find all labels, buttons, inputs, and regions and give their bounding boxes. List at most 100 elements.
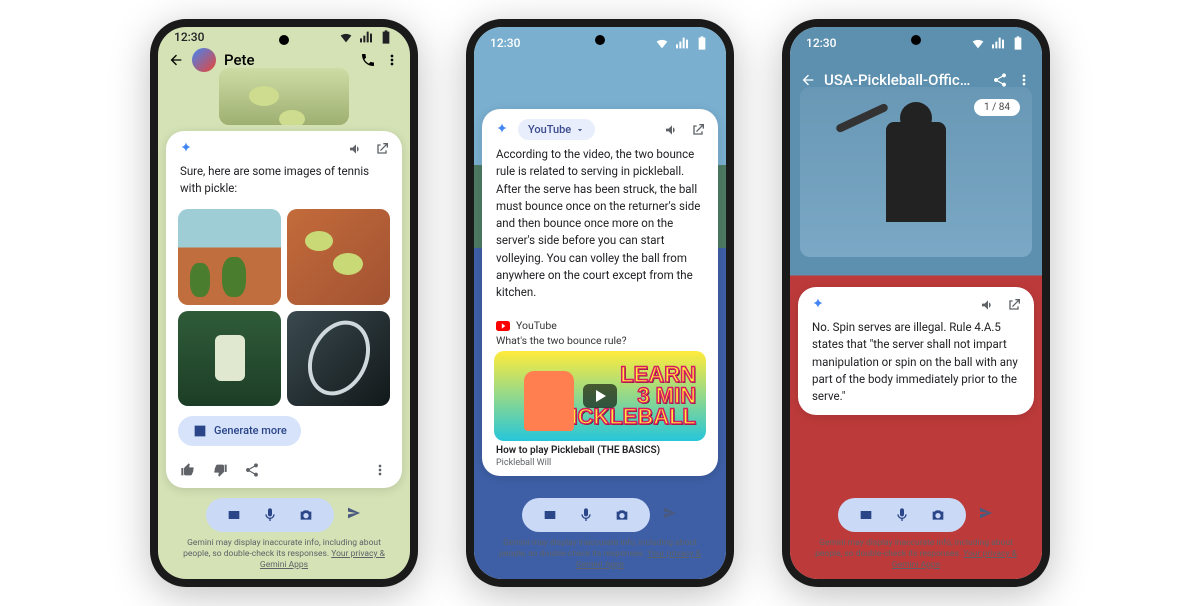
input-bar — [482, 498, 718, 532]
image-grid — [166, 207, 402, 416]
disclaimer: Gemini may display inaccurate info, incl… — [166, 532, 402, 571]
response-text: Sure, here are some images of tennis wit… — [166, 161, 402, 208]
player-silhouette — [886, 122, 946, 222]
generate-more-button[interactable]: Generate more — [178, 416, 301, 446]
status-bar: 12:30 — [790, 27, 1042, 59]
generated-image[interactable] — [178, 209, 281, 304]
screen: 1 / 84 12:30 USA-Pickleball-Official-... — [790, 27, 1042, 579]
share-icon[interactable] — [244, 462, 260, 478]
youtube-question: What's the two bounce rule? — [482, 332, 718, 347]
chip-label: YouTube — [528, 123, 571, 136]
mic-icon[interactable] — [894, 507, 910, 523]
camera-icon[interactable] — [930, 507, 946, 523]
avatar[interactable] — [192, 48, 216, 72]
clock: 12:30 — [490, 36, 520, 50]
camera-icon[interactable] — [614, 507, 630, 523]
status-bar: 12:30 — [474, 27, 726, 59]
generated-image[interactable] — [287, 311, 390, 406]
battery-icon — [378, 29, 394, 45]
signal-icon — [674, 35, 690, 51]
mic-icon[interactable] — [262, 507, 278, 523]
footer: Gemini may display inaccurate info, incl… — [790, 494, 1042, 579]
battery-icon — [694, 35, 710, 51]
page-counter: 1 / 84 — [974, 99, 1020, 116]
input-pill[interactable] — [838, 498, 966, 532]
card-header — [798, 287, 1034, 317]
phone-mock-2: 12:30 YouTube — [466, 19, 734, 587]
youtube-thumbnail[interactable]: LEARN 3 MIN PICKLEBALL — [494, 351, 706, 441]
thumbs-down-icon[interactable] — [212, 462, 228, 478]
image-icon — [192, 423, 208, 439]
wifi-icon — [338, 29, 354, 45]
open-icon[interactable] — [690, 122, 706, 138]
back-icon[interactable] — [800, 72, 816, 88]
input-bar — [798, 498, 1034, 532]
status-icons — [338, 29, 394, 45]
share-icon[interactable] — [992, 72, 1008, 88]
youtube-icon — [496, 321, 510, 331]
contact-name[interactable]: Pete — [224, 51, 255, 69]
gallery-icon[interactable] — [226, 507, 242, 523]
input-pill[interactable] — [522, 498, 650, 532]
video-channel[interactable]: Pickleball Will — [482, 458, 718, 476]
status-icons — [970, 35, 1026, 51]
phone-mock-3: 1 / 84 12:30 USA-Pickleball-Official-... — [782, 19, 1050, 587]
volume-icon[interactable] — [664, 122, 680, 138]
back-icon[interactable] — [168, 52, 184, 68]
youtube-label: YouTube — [516, 319, 557, 332]
call-icon[interactable] — [360, 52, 376, 68]
gemini-card: No. Spin serves are illegal. Rule 4.A.5 … — [798, 287, 1034, 415]
thumb-person — [524, 371, 574, 431]
pdf-header: USA-Pickleball-Official-... — [790, 59, 1042, 101]
more-icon[interactable] — [1016, 72, 1032, 88]
generate-more-label: Generate more — [214, 424, 287, 437]
send-icon[interactable] — [662, 505, 678, 525]
disclaimer: Gemini may display inaccurate info, incl… — [482, 532, 718, 571]
gemini-spark-icon — [494, 122, 510, 138]
clock: 12:30 — [806, 36, 836, 50]
camera-icon[interactable] — [298, 507, 314, 523]
signal-icon — [990, 35, 1006, 51]
gemini-card: Sure, here are some images of tennis wit… — [166, 131, 402, 488]
wifi-icon — [654, 35, 670, 51]
gemini-spark-icon — [810, 297, 826, 313]
status-bar: 12:30 — [158, 27, 410, 47]
status-icons — [654, 35, 710, 51]
screen: 12:30 YouTube — [474, 27, 726, 579]
signal-icon — [358, 29, 374, 45]
open-icon[interactable] — [374, 141, 390, 157]
gemini-card: YouTube According to the video, the two … — [482, 109, 718, 476]
gemini-spark-icon — [178, 141, 194, 157]
open-icon[interactable] — [1006, 297, 1022, 313]
volume-icon[interactable] — [348, 141, 364, 157]
phone-mock-1: 12:30 Pete — [150, 19, 418, 587]
chevron-down-icon — [575, 125, 585, 135]
youtube-chip[interactable]: YouTube — [518, 119, 595, 140]
thumbs-up-icon[interactable] — [180, 462, 196, 478]
battery-icon — [1010, 35, 1026, 51]
pdf-title: USA-Pickleball-Official-... — [824, 71, 974, 89]
input-bar — [166, 498, 402, 532]
response-text: According to the video, the two bounce r… — [482, 144, 718, 311]
mic-icon[interactable] — [578, 507, 594, 523]
wifi-icon — [970, 35, 986, 51]
card-header — [166, 131, 402, 161]
generated-image[interactable] — [287, 209, 390, 304]
send-icon[interactable] — [978, 505, 994, 525]
send-icon[interactable] — [346, 505, 362, 525]
input-pill[interactable] — [206, 498, 334, 532]
action-row — [166, 456, 402, 488]
gallery-icon[interactable] — [858, 507, 874, 523]
footer: Gemini may display inaccurate info, incl… — [158, 494, 410, 579]
disclaimer: Gemini may display inaccurate info, incl… — [798, 532, 1034, 571]
generated-image[interactable] — [178, 311, 281, 406]
volume-icon[interactable] — [980, 297, 996, 313]
clock: 12:30 — [174, 30, 204, 44]
gallery-icon[interactable] — [542, 507, 558, 523]
footer: Gemini may display inaccurate info, incl… — [474, 494, 726, 579]
video-title[interactable]: How to play Pickleball (THE BASICS) — [482, 445, 718, 458]
more-icon[interactable] — [384, 52, 400, 68]
dots-icon[interactable] — [372, 462, 388, 478]
response-text: No. Spin serves are illegal. Rule 4.A.5 … — [798, 317, 1034, 415]
card-header: YouTube — [482, 109, 718, 144]
